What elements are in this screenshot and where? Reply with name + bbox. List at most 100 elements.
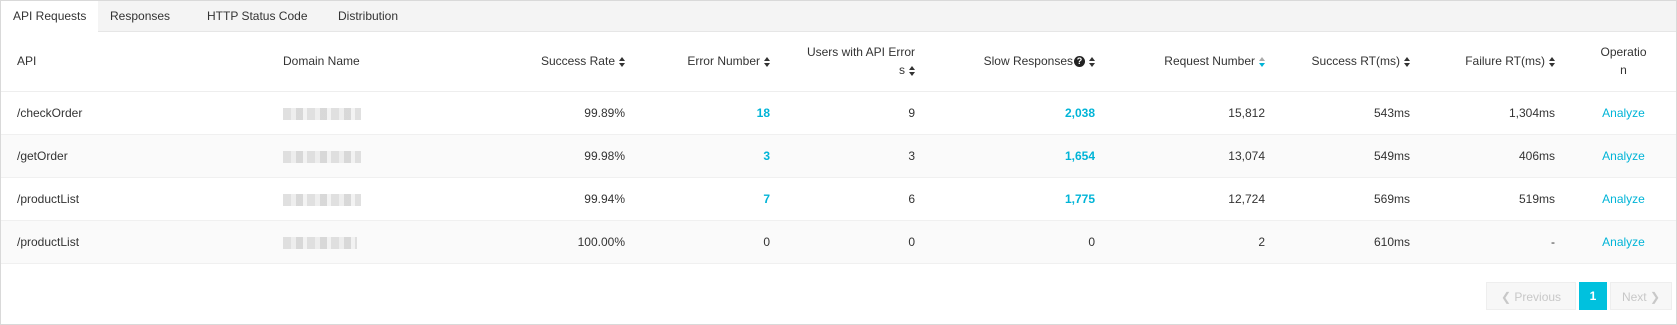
sort-icon[interactable] xyxy=(619,56,625,67)
cell-success-rt: 549ms xyxy=(1281,134,1426,178)
cell-request-number: 2 xyxy=(1111,220,1281,264)
cell-slow-responses[interactable]: 2,038 xyxy=(931,91,1111,135)
col-api-label: API xyxy=(17,54,37,68)
chevron-left-icon: ❮ xyxy=(1500,290,1512,304)
cell-operation[interactable]: Analyze xyxy=(1571,177,1676,221)
cell-slow-responses: 0 xyxy=(931,220,1111,264)
tab-api-requests[interactable]: API Requests xyxy=(1,1,99,32)
analyze-link[interactable]: Analyze xyxy=(1602,235,1645,249)
col-operation-label: Operatio xyxy=(1600,45,1647,59)
error-number-link[interactable]: 18 xyxy=(757,106,770,120)
col-request-number[interactable]: Request Number xyxy=(1111,31,1281,92)
cell-request-number: 15,812 xyxy=(1111,91,1281,135)
col-domain-label: Domain Name xyxy=(283,54,360,68)
col-error-number[interactable]: Error Number xyxy=(641,31,786,92)
redacted-domain xyxy=(283,107,361,120)
sort-icon[interactable] xyxy=(764,56,770,67)
cell-domain xyxy=(267,220,501,264)
cell-domain xyxy=(267,177,501,221)
col-api: API xyxy=(1,31,267,92)
analyze-link[interactable]: Analyze xyxy=(1602,106,1645,120)
col-slow-responses[interactable]: Slow Responses? xyxy=(931,31,1111,92)
col-success-rt-label: Success RT(ms) xyxy=(1311,54,1400,68)
sort-icon[interactable] xyxy=(1089,56,1095,67)
cell-success-rate: 99.94% xyxy=(501,177,641,221)
redacted-domain xyxy=(283,193,361,206)
col-domain: Domain Name xyxy=(267,31,501,92)
cell-error-number[interactable]: 18 xyxy=(641,91,786,135)
api-requests-panel: API Requests Responses HTTP Status Code … xyxy=(0,0,1677,325)
slow-responses-link[interactable]: 2,038 xyxy=(1065,106,1095,120)
cell-request-number: 13,074 xyxy=(1111,134,1281,178)
col-users-error-label-wrap: s xyxy=(899,63,905,77)
table-header: API Domain Name Success Rate Error Numbe… xyxy=(1,31,1676,92)
cell-domain xyxy=(267,91,501,135)
cell-success-rt: 610ms xyxy=(1281,220,1426,264)
analyze-link[interactable]: Analyze xyxy=(1602,192,1645,206)
next-label: Next xyxy=(1621,290,1647,304)
col-failure-rt-label: Failure RT(ms) xyxy=(1465,54,1545,68)
col-operation-label-wrap: n xyxy=(1620,63,1627,77)
table-row: /getOrder 99.98% 3 3 1,654 13,074 549ms … xyxy=(1,134,1676,178)
error-number-link[interactable]: 3 xyxy=(763,149,770,163)
cell-failure-rt: - xyxy=(1426,220,1571,264)
cell-api: /productList xyxy=(1,177,267,221)
cell-failure-rt: 519ms xyxy=(1426,177,1571,221)
cell-failure-rt: 406ms xyxy=(1426,134,1571,178)
cell-success-rt: 569ms xyxy=(1281,177,1426,221)
chevron-right-icon: ❯ xyxy=(1649,290,1661,304)
next-page-button[interactable]: Next ❯ xyxy=(1610,282,1672,310)
col-request-number-label: Request Number xyxy=(1164,54,1255,68)
col-success-rt[interactable]: Success RT(ms) xyxy=(1281,31,1426,92)
cell-slow-responses[interactable]: 1,775 xyxy=(931,177,1111,221)
col-failure-rt[interactable]: Failure RT(ms) xyxy=(1426,31,1571,92)
tab-distribution[interactable]: Distribution xyxy=(326,1,410,31)
col-error-number-label: Error Number xyxy=(687,54,760,68)
tab-responses[interactable]: Responses xyxy=(98,1,182,31)
sort-icon[interactable] xyxy=(1549,56,1555,67)
error-number-link[interactable]: 7 xyxy=(763,192,770,206)
cell-success-rate: 100.00% xyxy=(501,220,641,264)
cell-operation[interactable]: Analyze xyxy=(1571,134,1676,178)
cell-users-error: 0 xyxy=(786,220,931,264)
sort-icon[interactable] xyxy=(909,65,915,76)
col-users-error-label: Users with API Error xyxy=(806,45,915,59)
page-1-button[interactable]: 1 xyxy=(1579,282,1607,310)
current-page-number: 1 xyxy=(1589,289,1597,303)
cell-success-rt: 543ms xyxy=(1281,91,1426,135)
cell-api: /getOrder xyxy=(1,134,267,178)
slow-responses-link[interactable]: 1,775 xyxy=(1065,192,1095,206)
col-success-rate-label: Success Rate xyxy=(540,54,615,68)
cell-api: /productList xyxy=(1,220,267,264)
tab-http-status-code[interactable]: HTTP Status Code xyxy=(195,1,320,31)
cell-error-number[interactable]: 3 xyxy=(641,134,786,178)
cell-failure-rt: 1,304ms xyxy=(1426,91,1571,135)
cell-request-number: 12,724 xyxy=(1111,177,1281,221)
cell-users-error: 3 xyxy=(786,134,931,178)
cell-operation[interactable]: Analyze xyxy=(1571,220,1676,264)
cell-success-rate: 99.89% xyxy=(501,91,641,135)
help-icon[interactable]: ? xyxy=(1074,56,1085,68)
cell-operation[interactable]: Analyze xyxy=(1571,91,1676,135)
col-success-rate[interactable]: Success Rate xyxy=(501,31,641,92)
previous-page-button[interactable]: ❮ Previous xyxy=(1486,282,1576,310)
table-row: /productList 99.94% 7 6 1,775 12,724 569… xyxy=(1,177,1676,221)
cell-api: /checkOrder xyxy=(1,91,267,135)
redacted-domain xyxy=(283,236,357,249)
cell-users-error: 6 xyxy=(786,177,931,221)
sort-desc-icon[interactable] xyxy=(1259,56,1265,67)
cell-slow-responses[interactable]: 1,654 xyxy=(931,134,1111,178)
cell-success-rate: 99.98% xyxy=(501,134,641,178)
cell-error-number[interactable]: 7 xyxy=(641,177,786,221)
analyze-link[interactable]: Analyze xyxy=(1602,149,1645,163)
table-row: /checkOrder 99.89% 18 9 2,038 15,812 543… xyxy=(1,91,1676,135)
col-operation: Operatio n xyxy=(1571,31,1676,92)
col-slow-responses-label: Slow Responses xyxy=(983,54,1073,68)
slow-responses-link[interactable]: 1,654 xyxy=(1065,149,1095,163)
tab-bar: API Requests Responses HTTP Status Code … xyxy=(1,1,1676,32)
col-users-with-api-errors[interactable]: Users with API Error s xyxy=(786,31,931,92)
cell-users-error: 9 xyxy=(786,91,931,135)
sort-icon[interactable] xyxy=(1404,56,1410,67)
redacted-domain xyxy=(283,150,361,163)
api-table: API Domain Name Success Rate Error Numbe… xyxy=(1,31,1676,264)
